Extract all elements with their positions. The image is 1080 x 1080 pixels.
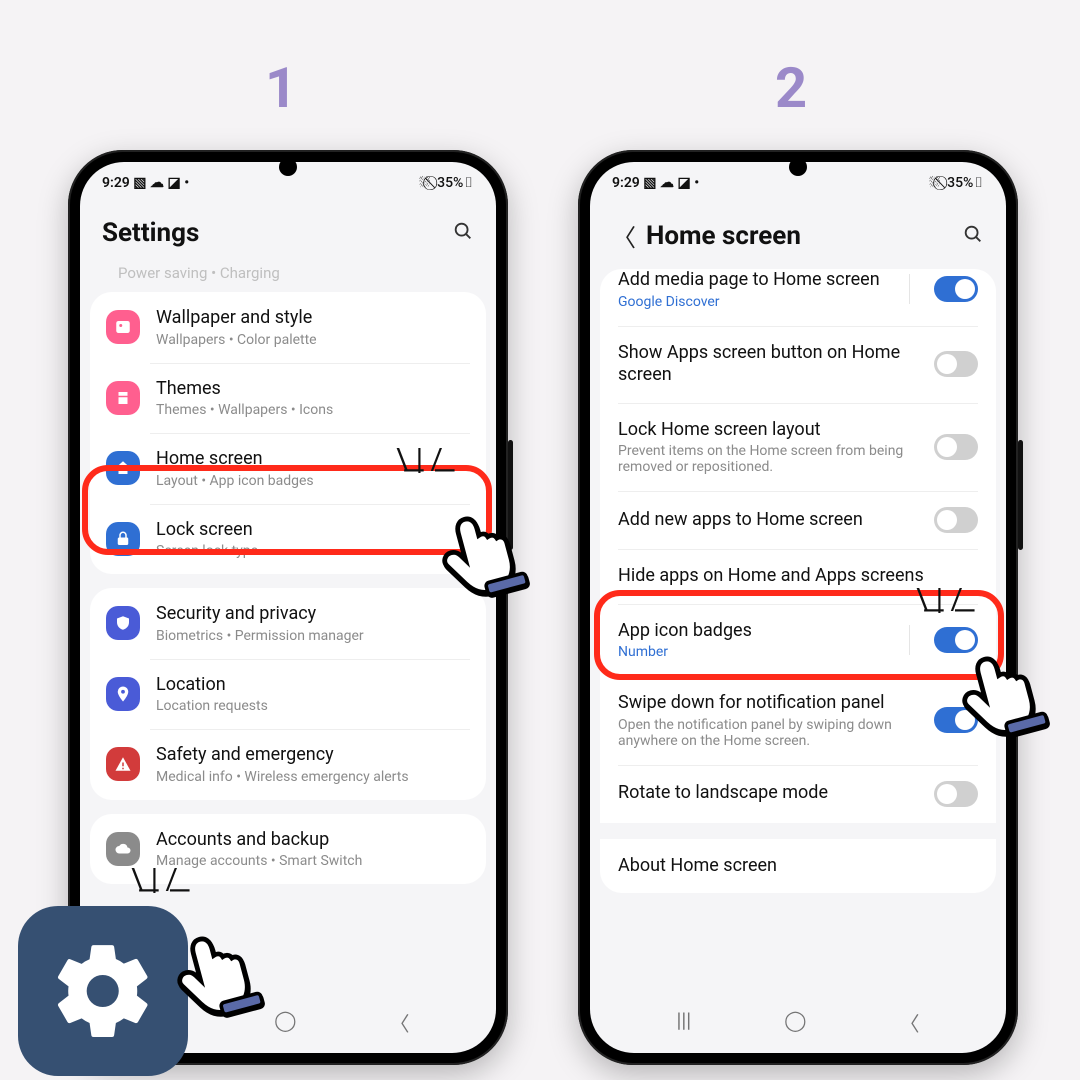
settings-row[interactable]: Safety and emergency Medical info • Wirel… (90, 729, 486, 800)
shield-icon (106, 606, 140, 640)
row-subtitle: Themes • Wallpapers • Icons (156, 402, 470, 418)
toggle-divider (909, 274, 910, 304)
tap-pointer-3: \ | /— — (155, 900, 275, 1020)
option-row[interactable]: About Home screen (600, 839, 996, 894)
row-subtitle: Prevent items on the Home screen from be… (618, 443, 922, 475)
option-row[interactable]: Rotate to landscape mode (600, 765, 996, 823)
row-title: About Home screen (618, 855, 978, 878)
option-row[interactable]: Lock Home screen layoutPrevent items on … (600, 403, 996, 492)
row-title: Accounts and backup (156, 829, 470, 852)
settings-header: Settings (80, 200, 496, 264)
row-subtitle: Manage accounts • Smart Switch (156, 853, 470, 869)
search-icon[interactable] (962, 223, 984, 249)
page-title: Settings (102, 218, 199, 248)
pin-icon (106, 677, 140, 711)
themes-icon (106, 381, 140, 415)
row-subtitle: Medical info • Wireless emergency alerts (156, 769, 470, 785)
toggle-switch[interactable] (934, 434, 978, 460)
row-title: Location (156, 674, 470, 697)
camera-notch (279, 158, 297, 176)
toggle-switch[interactable] (934, 276, 978, 302)
search-icon[interactable] (452, 220, 474, 246)
cloud-icon (106, 832, 140, 866)
toggle-switch[interactable] (934, 781, 978, 807)
option-row[interactable]: Swipe down for notification panelOpen th… (600, 676, 996, 765)
toggle-switch[interactable] (934, 507, 978, 533)
row-title: Lock Home screen layout (618, 419, 922, 442)
home-screen-header: 〈 Home screen (590, 200, 1006, 269)
recents-button[interactable]: ||| (676, 1008, 691, 1037)
alert-icon (106, 747, 140, 781)
home-icon (106, 451, 140, 485)
tap-pointer-1: \ | /— — (420, 480, 540, 600)
toggle-switch[interactable] (934, 351, 978, 377)
back-button[interactable]: 〈 (390, 1008, 410, 1037)
row-link[interactable]: Google Discover (618, 294, 897, 310)
back-button[interactable]: 〈 (900, 1008, 920, 1037)
row-title: Show Apps screen button on Home screen (618, 342, 922, 387)
status-right: ⛆ ⃠ 35%▯ (419, 175, 474, 191)
status-time: 9:29 ▧ ☁ ◪ • (102, 175, 189, 191)
toggle-divider (909, 625, 910, 655)
settings-row[interactable]: LocationLocation requests (90, 659, 486, 730)
row-title: Add media page to Home screen (618, 269, 897, 292)
row-subtitle: Location requests (156, 698, 470, 714)
row-title: Add new apps to Home screen (618, 509, 922, 532)
camera-notch (789, 158, 807, 176)
option-row[interactable]: Add media page to Home screen Google Disc… (600, 269, 996, 326)
row-title: Swipe down for notification panel (618, 692, 922, 715)
tap-pointer-2: \ | /— — (940, 620, 1060, 740)
option-row[interactable]: Add new apps to Home screen (600, 491, 996, 549)
clipped-row: Power saving • Charging (90, 264, 486, 292)
image-icon (106, 310, 140, 344)
row-title: Wallpaper and style (156, 307, 470, 330)
back-icon[interactable]: 〈 (612, 218, 636, 253)
lock-icon (106, 522, 140, 556)
home-button[interactable]: ◯ (274, 1008, 296, 1037)
status-time: 9:29 ▧ ☁ ◪ • (612, 175, 699, 191)
row-title: Rotate to landscape mode (618, 782, 922, 805)
row-title: Themes (156, 378, 470, 401)
row-title: Safety and emergency (156, 744, 470, 767)
row-subtitle: Wallpapers • Color palette (156, 332, 470, 348)
android-navbar[interactable]: ||| ◯ 〈 (590, 1000, 1006, 1045)
row-subtitle: Open the notification panel by swiping d… (618, 717, 922, 749)
row-link[interactable]: Number (618, 644, 897, 660)
settings-row[interactable]: ThemesThemes • Wallpapers • Icons (90, 363, 486, 434)
home-button[interactable]: ◯ (784, 1008, 806, 1037)
step-2-label: 2 (775, 55, 807, 121)
page-title: Home screen (646, 221, 801, 251)
step-1-label: 1 (265, 55, 297, 121)
option-row[interactable]: Show Apps screen button on Home screen (600, 326, 996, 403)
status-right: ⛆ ⃠ 35%▯ (929, 175, 984, 191)
row-title: Security and privacy (156, 603, 470, 626)
settings-row[interactable]: Wallpaper and style Wallpapers • Color pa… (90, 292, 486, 363)
row-subtitle: Biometrics • Permission manager (156, 628, 470, 644)
row-title: App icon badges (618, 620, 897, 643)
